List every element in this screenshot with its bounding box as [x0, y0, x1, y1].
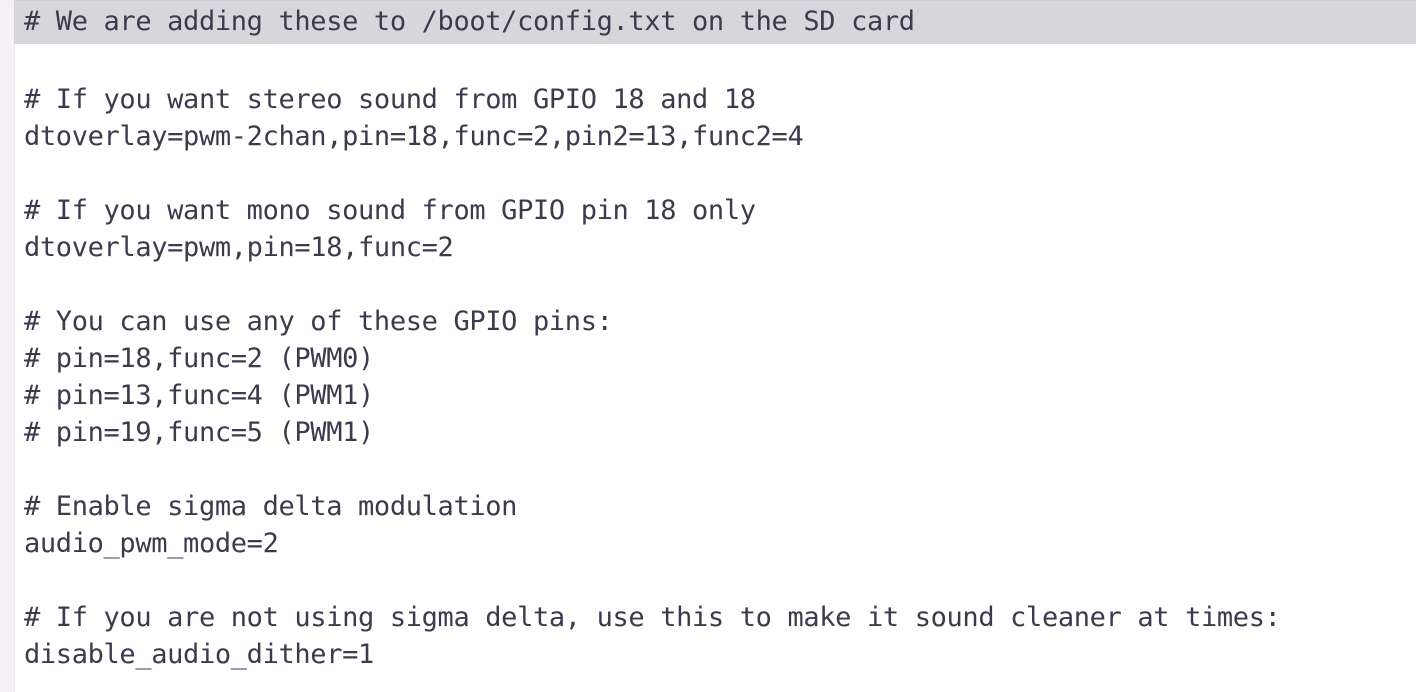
code-line[interactable]: # If you want mono sound from GPIO pin 1… — [0, 192, 1416, 229]
code-line[interactable]: # pin=19,func=5 (PWM1) — [0, 414, 1416, 451]
code-line[interactable]: # pin=13,func=4 (PWM1) — [0, 377, 1416, 414]
code-line-blank[interactable] — [0, 266, 1416, 303]
code-line[interactable]: dtoverlay=pwm,pin=18,func=2 — [0, 229, 1416, 266]
code-line[interactable]: # We are adding these to /boot/config.tx… — [0, 0, 1416, 44]
code-line-blank[interactable] — [0, 44, 1416, 81]
code-line[interactable]: # You can use any of these GPIO pins: — [0, 303, 1416, 340]
code-line[interactable]: # If you want stereo sound from GPIO 18 … — [0, 81, 1416, 118]
editor-gutter — [0, 0, 14, 692]
code-editor-pane[interactable]: # We are adding these to /boot/config.tx… — [0, 0, 1416, 692]
code-content[interactable]: # We are adding these to /boot/config.tx… — [0, 0, 1416, 673]
code-line-blank[interactable] — [0, 155, 1416, 192]
code-line[interactable]: audio_pwm_mode=2 — [0, 525, 1416, 562]
code-line-blank[interactable] — [0, 562, 1416, 599]
code-line[interactable]: disable_audio_dither=1 — [0, 636, 1416, 673]
code-line[interactable]: # If you are not using sigma delta, use … — [0, 599, 1416, 636]
code-line[interactable]: # pin=18,func=2 (PWM0) — [0, 340, 1416, 377]
code-line-blank[interactable] — [0, 451, 1416, 488]
code-line[interactable]: dtoverlay=pwm-2chan,pin=18,func=2,pin2=1… — [0, 118, 1416, 155]
code-line[interactable]: # Enable sigma delta modulation — [0, 488, 1416, 525]
editor-gutter-divider — [14, 44, 15, 692]
